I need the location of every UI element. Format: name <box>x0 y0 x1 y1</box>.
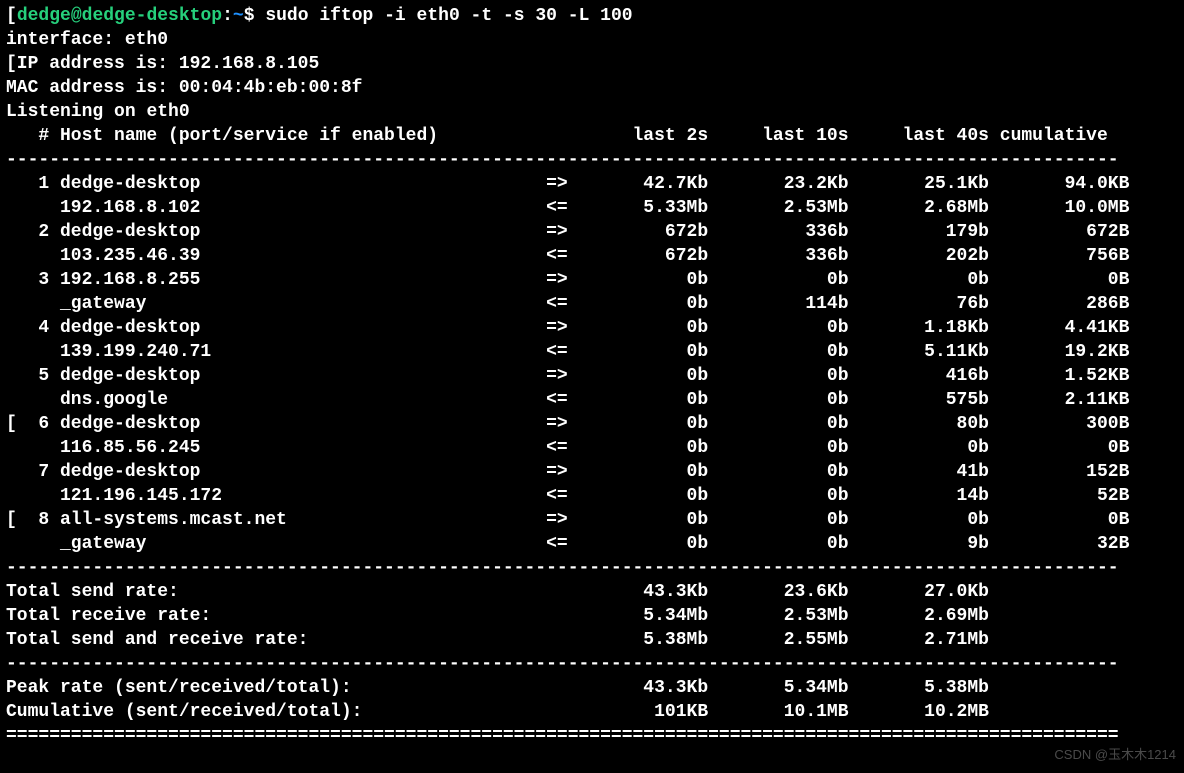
table-row: 103.235.46.39 <= 672b 336b 202b 756B <box>6 246 1129 266</box>
table-row: 4 dedge-desktop => 0b 0b 1.18Kb 4.41KB <box>6 318 1129 338</box>
interface-label: interface: <box>6 30 125 50</box>
summary-row: Peak rate (sent/received/total): 43.3Kb … <box>6 678 989 698</box>
watermark-text: CSDN @玉木木1214 <box>1054 743 1176 767</box>
table-row: [ 6 dedge-desktop => 0b 0b 80b 300B <box>6 414 1129 434</box>
prompt-user: dedge <box>17 6 71 26</box>
table-row: _gateway <= 0b 114b 76b 286B <box>6 294 1129 314</box>
separator: ----------------------------------------… <box>6 654 1119 674</box>
prompt-host: dedge-desktop <box>82 6 222 26</box>
table-row: 116.85.56.245 <= 0b 0b 0b 0B <box>6 438 1129 458</box>
table-header: # Host name (port/service if enabled) la… <box>6 126 1108 146</box>
total-row: Total send and receive rate: 5.38Mb 2.55… <box>6 630 989 650</box>
mac-label: MAC address is: <box>6 78 179 98</box>
table-row: [ 8 all-systems.mcast.net => 0b 0b 0b 0B <box>6 510 1129 530</box>
ip-label: [IP address is: <box>6 54 179 74</box>
table-row: _gateway <= 0b 0b 9b 32B <box>6 534 1129 554</box>
total-row: Total receive rate: 5.34Mb 2.53Mb 2.69Mb <box>6 606 989 626</box>
table-row: 139.199.240.71 <= 0b 0b 5.11Kb 19.2KB <box>6 342 1129 362</box>
table-row: 7 dedge-desktop => 0b 0b 41b 152B <box>6 462 1129 482</box>
prompt-open: [ <box>6 6 17 26</box>
prompt-at: @ <box>71 6 82 26</box>
total-row: Total send rate: 43.3Kb 23.6Kb 27.0Kb <box>6 582 989 602</box>
separator: ========================================… <box>6 726 1119 746</box>
prompt-colon: : <box>222 6 233 26</box>
table-row: dns.google <= 0b 0b 575b 2.11KB <box>6 390 1129 410</box>
ip-value: 192.168.8.105 <box>179 54 319 74</box>
listening-value: eth0 <box>146 102 189 122</box>
table-row: 3 192.168.8.255 => 0b 0b 0b 0B <box>6 270 1129 290</box>
separator: ----------------------------------------… <box>6 558 1119 578</box>
interface-value: eth0 <box>125 30 168 50</box>
separator: ----------------------------------------… <box>6 150 1119 170</box>
table-row: 2 dedge-desktop => 672b 336b 179b 672B <box>6 222 1129 242</box>
table-row: 5 dedge-desktop => 0b 0b 416b 1.52KB <box>6 366 1129 386</box>
command[interactable]: sudo iftop -i eth0 -t -s 30 -L 100 <box>265 6 632 26</box>
table-row: 121.196.145.172 <= 0b 0b 14b 52B <box>6 486 1129 506</box>
prompt-path: ~ <box>233 6 244 26</box>
mac-value: 00:04:4b:eb:00:8f <box>179 78 363 98</box>
table-row: 192.168.8.102 <= 5.33Mb 2.53Mb 2.68Mb 10… <box>6 198 1129 218</box>
prompt-dollar: $ <box>244 6 266 26</box>
summary-row: Cumulative (sent/received/total): 101KB … <box>6 702 989 722</box>
table-row: 1 dedge-desktop => 42.7Kb 23.2Kb 25.1Kb … <box>6 174 1129 194</box>
listening-label: Listening on <box>6 102 146 122</box>
